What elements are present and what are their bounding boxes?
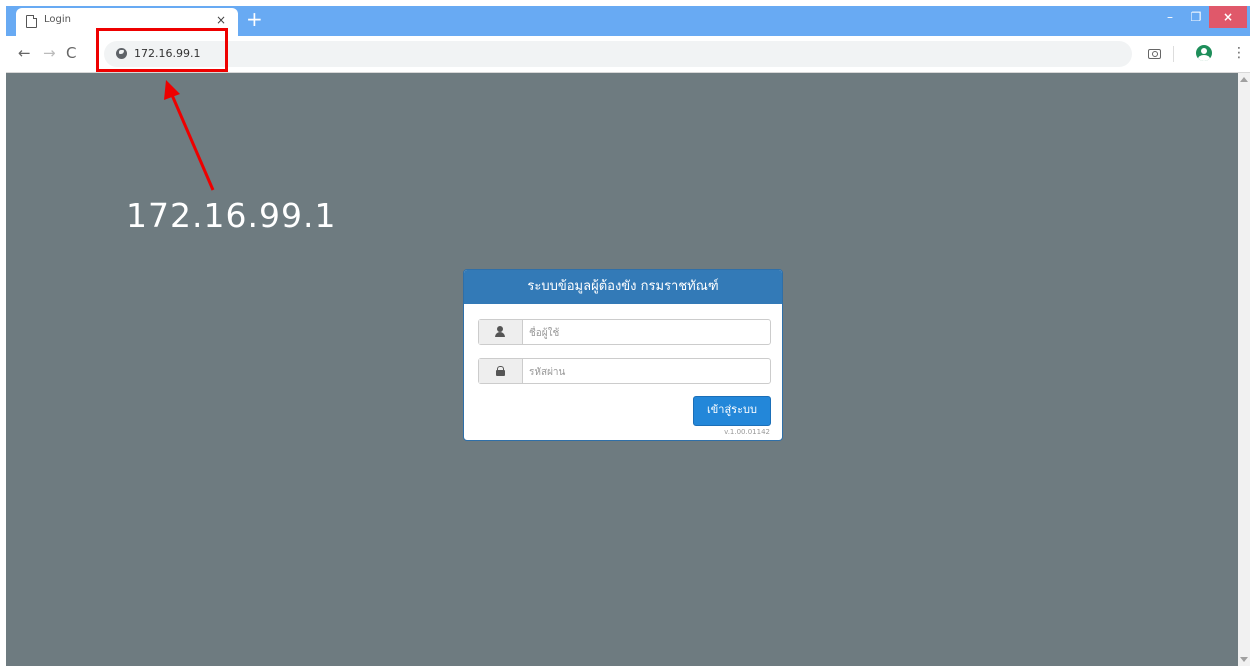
login-button[interactable]: เข้าสู่ระบบ (693, 396, 771, 426)
user-icon (495, 326, 505, 337)
page-icon (26, 15, 37, 28)
minimize-button[interactable]: – (1156, 6, 1184, 28)
vertical-scrollbar[interactable] (1238, 73, 1250, 666)
address-bar[interactable]: 172.16.99.1 (104, 41, 1132, 67)
camera-icon[interactable] (1148, 49, 1161, 59)
new-tab-button[interactable]: + (246, 8, 263, 30)
scroll-up-icon[interactable] (1240, 77, 1248, 82)
username-addon (479, 320, 523, 344)
username-input[interactable] (527, 320, 767, 346)
username-group (478, 319, 771, 346)
browser-window: Login × + – ❐ × ← → C 172.16.99.1 ⋮ ระบบ… (6, 6, 1250, 666)
close-window-button[interactable]: × (1209, 6, 1247, 28)
forward-arrow-icon[interactable]: → (43, 44, 56, 62)
tab-title: Login (44, 14, 71, 25)
toolbar-divider (1173, 46, 1174, 62)
profile-avatar-icon[interactable] (1196, 45, 1212, 61)
password-group (478, 358, 771, 385)
password-addon (479, 359, 523, 383)
reload-icon[interactable]: C (66, 44, 76, 62)
login-panel: ระบบข้อมูลผู้ต้องขัง กรมราชทัณฑ์ เข้าสู่… (463, 269, 783, 441)
restore-button[interactable]: ❐ (1182, 6, 1210, 28)
login-title: ระบบข้อมูลผู้ต้องขัง กรมราชทัณฑ์ (464, 270, 782, 304)
lock-icon (496, 366, 505, 376)
menu-dots-icon[interactable]: ⋮ (1232, 44, 1246, 62)
version-label: v.1.00.01142 (724, 428, 770, 436)
tab-close-icon[interactable]: × (216, 13, 226, 27)
scroll-down-icon[interactable] (1240, 657, 1248, 662)
password-input[interactable] (527, 359, 767, 385)
back-arrow-icon[interactable]: ← (18, 44, 31, 62)
page-content: ระบบข้อมูลผู้ต้องขัง กรมราชทัณฑ์ เข้าสู่… (6, 73, 1250, 666)
url-highlight-box (96, 28, 228, 72)
annotation-label: 172.16.99.1 (126, 196, 337, 235)
